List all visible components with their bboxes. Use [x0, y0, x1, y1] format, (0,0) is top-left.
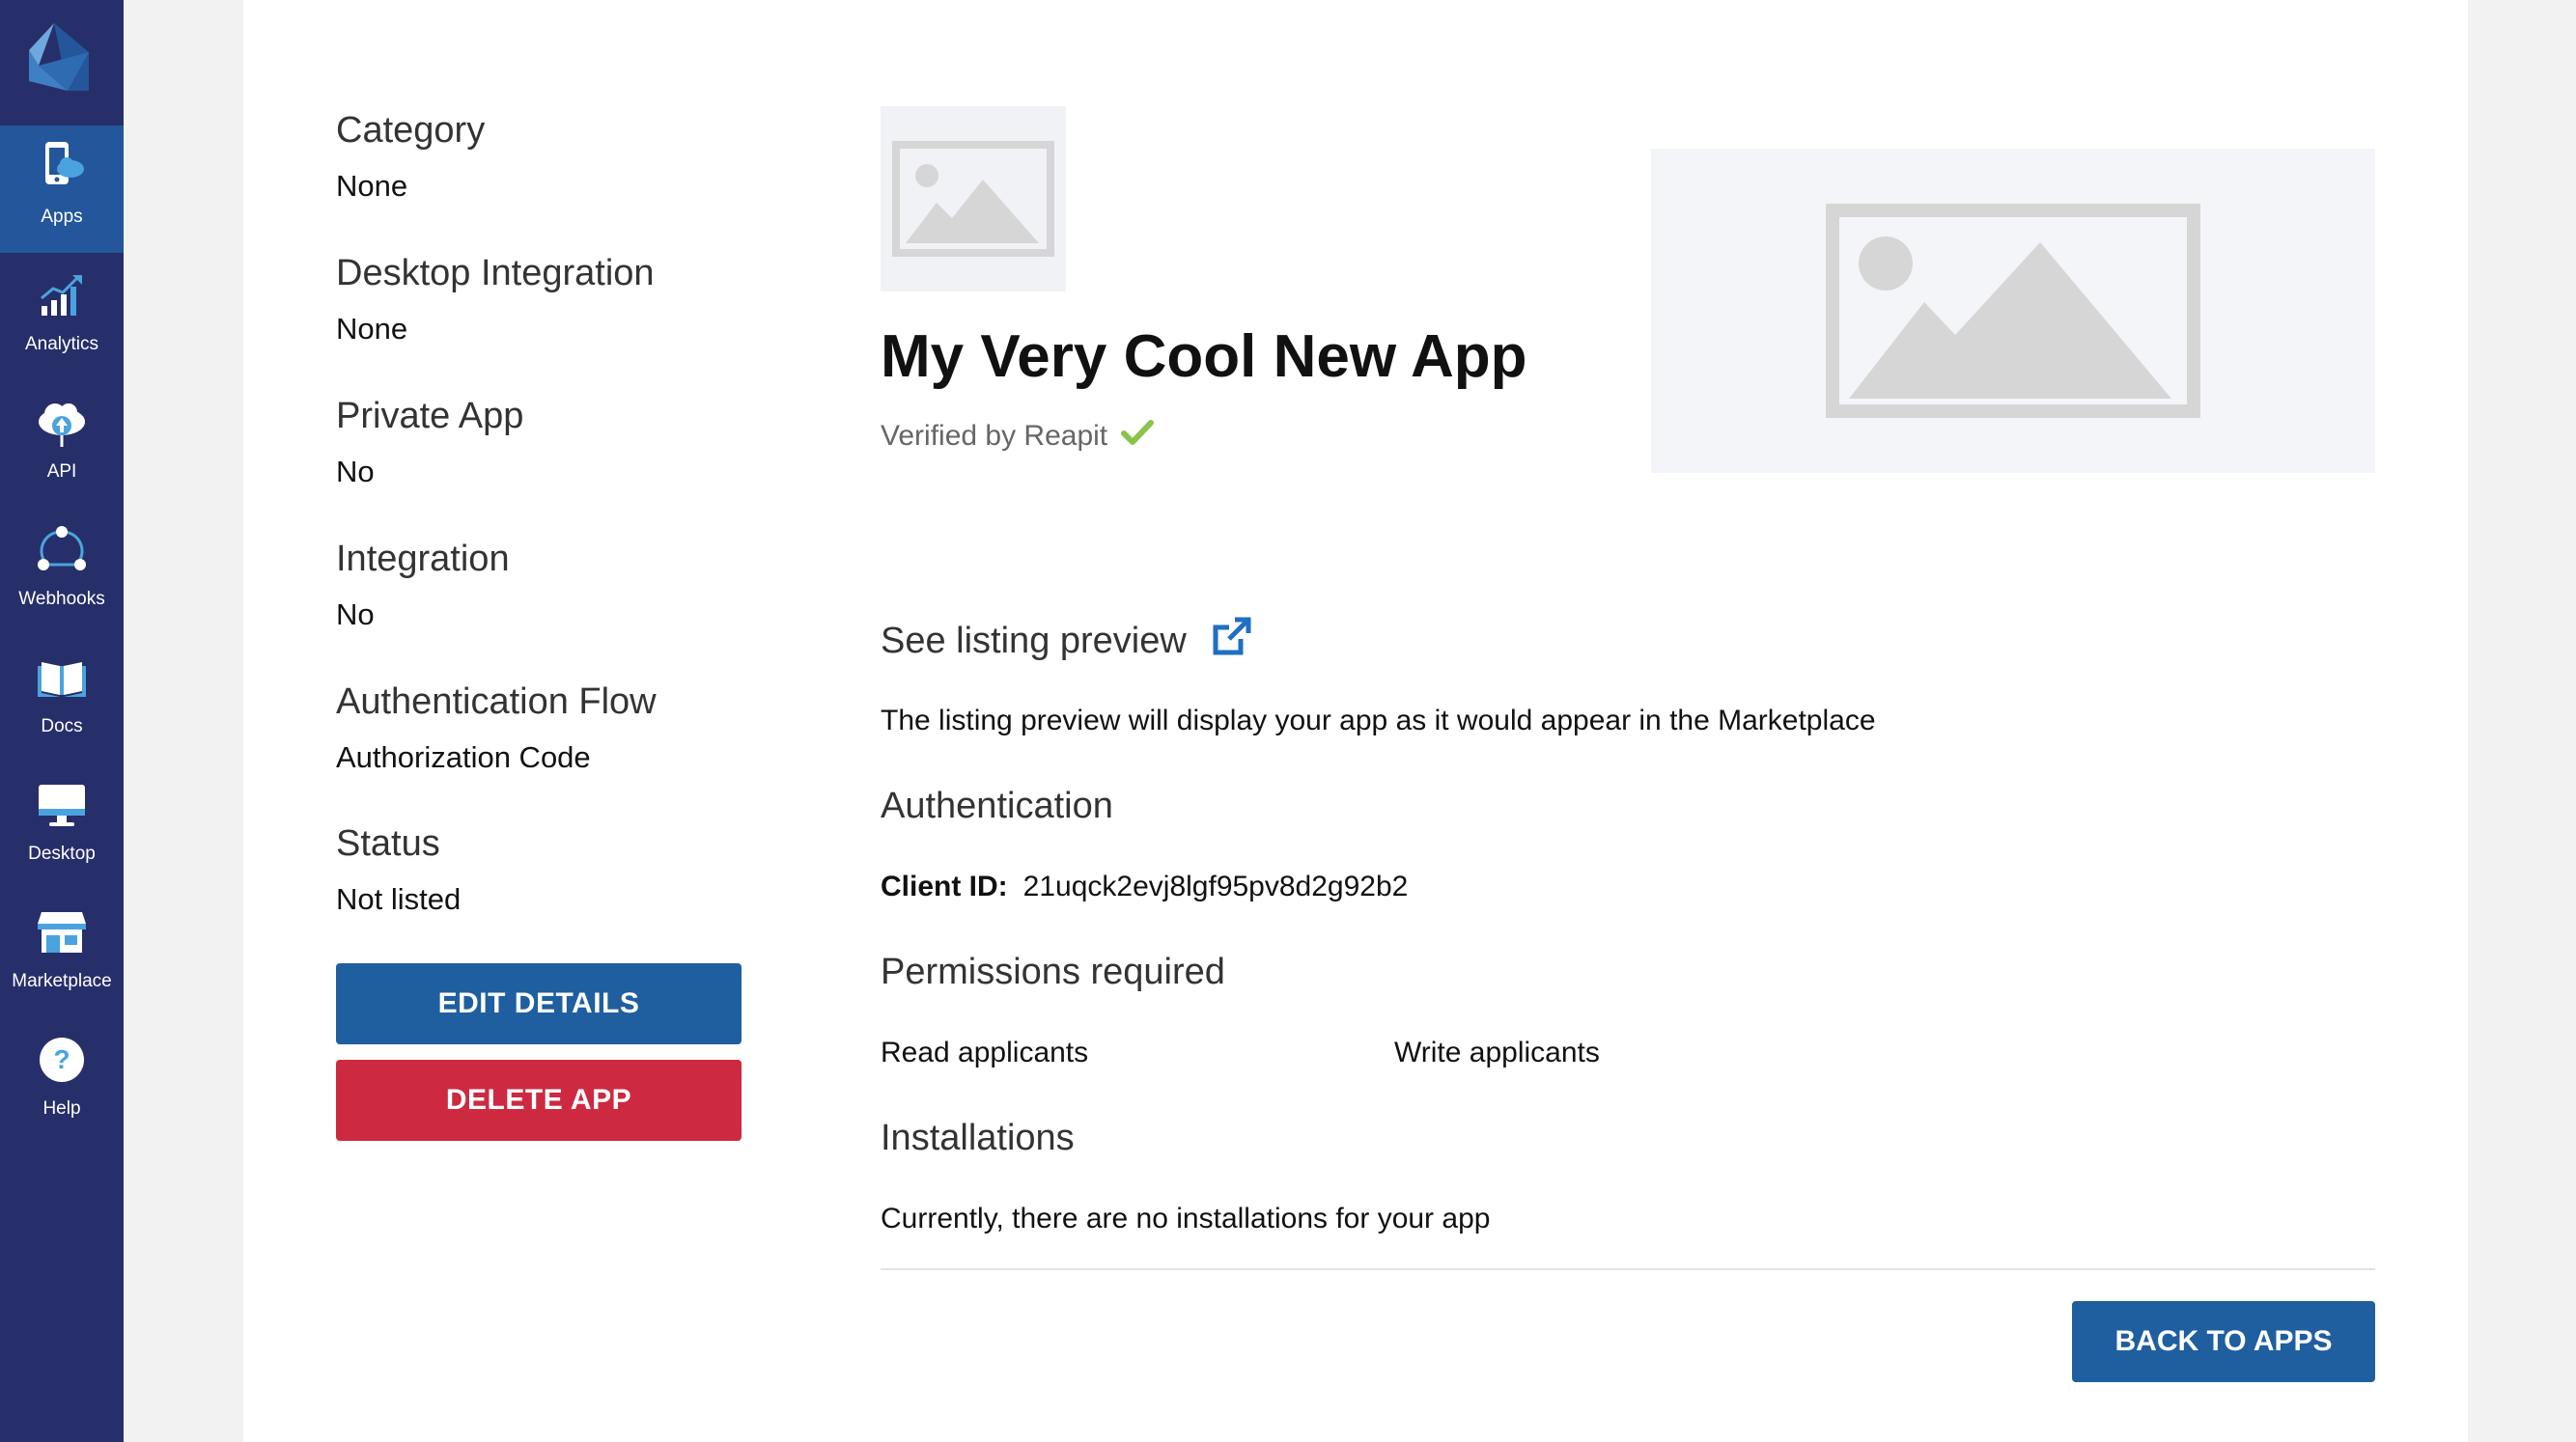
- phone-cloud-icon: [33, 139, 91, 197]
- sidebar-item-webhooks[interactable]: Webhooks: [0, 508, 124, 635]
- sidebar-item-marketplace[interactable]: Marketplace: [0, 890, 124, 1017]
- status-label: Status: [336, 823, 440, 864]
- integration-label: Integration: [336, 539, 510, 579]
- app-icon-placeholder: [881, 106, 1066, 291]
- webhooks-icon: [33, 521, 91, 579]
- authentication-heading: Authentication: [881, 786, 1113, 826]
- book-icon: [33, 649, 91, 707]
- client-id-row: Client ID: 21uqck2evj8lgf95pv8d2g92b2: [881, 871, 1408, 903]
- installations-text: Currently, there are no installations fo…: [881, 1203, 1491, 1234]
- sidebar-item-api[interactable]: API: [0, 380, 124, 508]
- category-field: Category None: [336, 112, 485, 201]
- sidebar: Apps Analytics API Webhooks Docs Desktop…: [0, 0, 124, 1442]
- integration-value: No: [336, 597, 375, 631]
- desktop-integration-field: Desktop Integration None: [336, 255, 655, 344]
- desktop-integration-value: None: [336, 312, 408, 346]
- reapit-logo[interactable]: [29, 23, 89, 91]
- sidebar-item-desktop[interactable]: Desktop: [0, 763, 124, 890]
- listing-preview-heading: See listing preview: [881, 620, 1187, 661]
- image-placeholder-icon: [1826, 204, 2200, 418]
- permission-item: Read applicants: [881, 1037, 1089, 1068]
- private-app-field: Private App No: [336, 398, 523, 486]
- sidebar-item-label: Desktop: [28, 844, 96, 864]
- private-app-label: Private App: [336, 396, 524, 436]
- storefront-icon: [33, 903, 91, 961]
- auth-flow-value: Authorization Code: [336, 740, 591, 774]
- check-icon: [1121, 419, 1155, 454]
- status-field: Status Not listed: [336, 825, 461, 914]
- delete-app-button[interactable]: DELETE APP: [336, 1060, 742, 1141]
- permission-item: Write applicants: [1394, 1037, 1600, 1068]
- verified-badge: Verified by Reapit: [881, 419, 1155, 454]
- auth-flow-field: Authentication Flow Authorization Code: [336, 683, 657, 772]
- sidebar-item-label: Docs: [41, 716, 83, 736]
- sidebar-item-docs[interactable]: Docs: [0, 635, 124, 763]
- edit-details-button[interactable]: EDIT DETAILS: [336, 963, 742, 1044]
- back-to-apps-button[interactable]: BACK TO APPS: [2072, 1301, 2375, 1382]
- verified-text: Verified by Reapit: [881, 420, 1108, 452]
- status-value: Not listed: [336, 882, 462, 916]
- sidebar-item-label: API: [46, 461, 77, 482]
- cloud-upload-icon: [33, 394, 91, 452]
- category-value: None: [336, 169, 408, 203]
- external-link-icon: [1212, 616, 1252, 666]
- see-listing-preview-link[interactable]: See listing preview: [881, 616, 1252, 666]
- desktop-integration-label: Desktop Integration: [336, 253, 655, 293]
- client-id-label: Client ID:: [881, 871, 1008, 902]
- sidebar-item-label: Marketplace: [12, 971, 112, 991]
- monitor-icon: [33, 776, 91, 834]
- private-app-value: No: [336, 455, 375, 488]
- sidebar-item-apps[interactable]: Apps: [0, 125, 124, 253]
- client-id-value: 21uqck2evj8lgf95pv8d2g92b2: [1022, 871, 1409, 902]
- app-title: My Very Cool New App: [881, 323, 1527, 390]
- sidebar-item-label: Webhooks: [18, 589, 105, 609]
- help-icon: ?: [33, 1031, 91, 1089]
- chart-growth-icon: [33, 266, 91, 324]
- sidebar-item-help[interactable]: ? Help: [0, 1017, 124, 1145]
- sidebar-item-label: Analytics: [24, 334, 99, 354]
- integration-field: Integration No: [336, 541, 510, 629]
- app-screenshot-placeholder: [1651, 149, 2375, 473]
- sidebar-item-label: Help: [42, 1098, 81, 1119]
- sidebar-item-label: Apps: [41, 207, 83, 227]
- installations-heading: Installations: [881, 1118, 1075, 1158]
- divider: [881, 1268, 2375, 1270]
- listing-preview-description: The listing preview will display your ap…: [881, 705, 1876, 736]
- permissions-heading: Permissions required: [881, 952, 1225, 992]
- svg-text:?: ?: [53, 1044, 70, 1074]
- sidebar-item-analytics[interactable]: Analytics: [0, 253, 124, 380]
- auth-flow-label: Authentication Flow: [336, 681, 657, 722]
- category-label: Category: [336, 110, 486, 151]
- image-placeholder-icon: [892, 141, 1054, 257]
